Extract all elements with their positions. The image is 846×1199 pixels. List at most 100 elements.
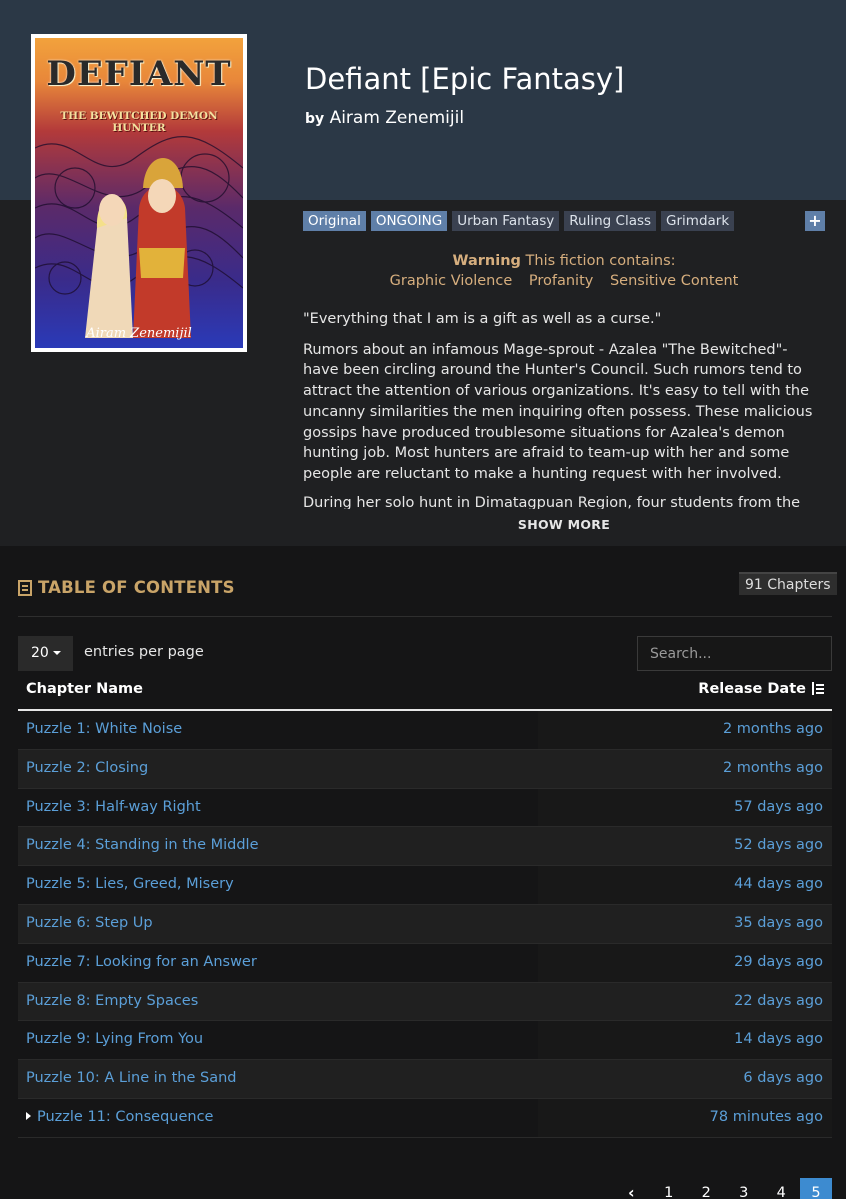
table-row[interactable]: Puzzle 6: Step Up 35 days ago [18, 904, 832, 944]
more-tags-button[interactable]: + [805, 211, 825, 231]
cell-name: Puzzle 5: Lies, Greed, Misery [18, 866, 538, 904]
tag-ruling-class[interactable]: Ruling Class [564, 211, 657, 231]
chapter-date[interactable]: 2 months ago [723, 760, 823, 776]
cell-date: 6 days ago [538, 1060, 832, 1098]
tag-urban-fantasy[interactable]: Urban Fantasy [452, 211, 560, 231]
table-row-current[interactable]: Puzzle 11: Consequence 78 minutes ago [18, 1098, 832, 1138]
chapter-link[interactable]: Puzzle 2: Closing [26, 760, 148, 776]
pagination: ‹ 1 2 3 4 5 [613, 1178, 832, 1199]
table-row[interactable]: Puzzle 7: Looking for an Answer 29 days a… [18, 943, 832, 983]
page-button-4[interactable]: 4 [763, 1178, 801, 1199]
warning-list: Graphic Violence Profanity Sensitive Con… [303, 273, 825, 289]
entries-label: entries per page [84, 644, 204, 660]
entries-value: 20 [31, 645, 49, 661]
chapter-date[interactable]: 44 days ago [734, 876, 823, 892]
chapter-link[interactable]: Puzzle 8: Empty Spaces [26, 993, 198, 1009]
cell-name: Puzzle 6: Step Up [18, 904, 538, 943]
table-row[interactable]: Puzzle 5: Lies, Greed, Misery 44 days ago [18, 866, 832, 905]
cell-date: 2 months ago [538, 711, 832, 749]
chapter-date[interactable]: 29 days ago [734, 954, 823, 970]
tag-status[interactable]: ONGOING [370, 211, 448, 231]
chapter-date[interactable]: 52 days ago [734, 837, 823, 853]
warning-item: Profanity [528, 273, 594, 289]
chapter-date[interactable]: 14 days ago [734, 1031, 823, 1047]
chapter-date[interactable]: 57 days ago [734, 799, 823, 815]
page-button-3[interactable]: 3 [725, 1178, 763, 1199]
prev-page-button[interactable]: ‹ [613, 1178, 651, 1199]
byline: by Airam Zenemijil [305, 108, 464, 128]
cell-date: 78 minutes ago [538, 1098, 832, 1137]
cover-author: Airam Zenemijil [86, 326, 192, 341]
cell-name: Puzzle 10: A Line in the Sand [18, 1060, 538, 1098]
toc-title: TABLE OF CONTENTS [18, 578, 235, 597]
page-button-1[interactable]: 1 [650, 1178, 688, 1199]
description: "Everything that I am is a gift as well … [303, 309, 827, 495]
chapter-link[interactable]: Puzzle 3: Half-way Right [26, 799, 201, 815]
chapter-date[interactable]: 6 days ago [743, 1070, 823, 1086]
chapter-link[interactable]: Puzzle 9: Lying From You [26, 1031, 203, 1047]
table-row[interactable]: Puzzle 8: Empty Spaces 22 days ago [18, 982, 832, 1022]
toc-title-text: TABLE OF CONTENTS [38, 578, 235, 597]
table-row[interactable]: Puzzle 9: Lying From You 14 days ago [18, 1021, 832, 1061]
chapter-link[interactable]: Puzzle 10: A Line in the Sand [26, 1070, 236, 1086]
col-header-release-date-label: Release Date [698, 681, 806, 697]
cell-date: 44 days ago [538, 866, 832, 904]
cover-image: DEFIANT THE BEWITCHED DEMON HUNTER Airam… [31, 34, 247, 352]
cell-name: Puzzle 2: Closing [18, 749, 538, 788]
chapter-link[interactable]: Puzzle 11: Consequence [26, 1109, 213, 1125]
chapter-date[interactable]: 35 days ago [734, 915, 823, 931]
cell-date: 14 days ago [538, 1021, 832, 1060]
tag-original[interactable]: Original [303, 211, 366, 231]
cell-name: Puzzle 1: White Noise [18, 711, 538, 749]
book-icon [18, 579, 32, 596]
chapter-table-body: Puzzle 1: White Noise 2 months ago Puzzle… [18, 711, 832, 1138]
chapter-link[interactable]: Puzzle 6: Step Up [26, 915, 153, 931]
col-header-release-date[interactable]: Release Date [698, 681, 824, 697]
cover-title: DEFIANT [46, 54, 232, 94]
cell-date: 52 days ago [538, 827, 832, 866]
sort-descending-icon [810, 682, 824, 696]
tag-list: Original ONGOING Urban Fantasy Ruling Cl… [303, 211, 735, 231]
warning-text: This fiction contains: [525, 253, 676, 269]
table-row[interactable]: Puzzle 2: Closing 2 months ago [18, 749, 832, 789]
chapter-date[interactable]: 2 months ago [723, 721, 823, 737]
table-row[interactable]: Puzzle 3: Half-way Right 57 days ago [18, 788, 832, 828]
chapter-link[interactable]: Puzzle 4: Standing in the Middle [26, 837, 259, 853]
page-button-5-active[interactable]: 5 [800, 1178, 832, 1199]
cell-name: Puzzle 4: Standing in the Middle [18, 827, 538, 866]
chapter-search-input[interactable] [637, 636, 832, 671]
table-row[interactable]: Puzzle 10: A Line in the Sand 6 days ago [18, 1060, 832, 1099]
col-header-chapter-name[interactable]: Chapter Name [26, 681, 143, 697]
show-more-button[interactable]: SHOW MORE [303, 517, 825, 532]
author-link[interactable]: Airam Zenemijil [330, 108, 465, 128]
cell-name: Puzzle 9: Lying From You [18, 1021, 538, 1059]
cell-name: Puzzle 3: Half-way Right [18, 789, 538, 827]
content-warning: Warning This fiction contains: [303, 253, 825, 269]
tag-grimdark[interactable]: Grimdark [661, 211, 735, 231]
cell-date: 22 days ago [538, 982, 832, 1021]
chapter-count-badge: 91 Chapters [739, 572, 837, 595]
warning-item: Graphic Violence [389, 273, 513, 289]
warning-item: Sensitive Content [609, 273, 739, 289]
cell-date: 57 days ago [538, 788, 832, 827]
cell-name: Puzzle 11: Consequence [18, 1099, 538, 1137]
description-paragraph: Rumors about an infamous Mage-sprout - A… [303, 341, 813, 482]
chapter-link[interactable]: Puzzle 7: Looking for an Answer [26, 954, 257, 970]
chapter-link[interactable]: Puzzle 5: Lies, Greed, Misery [26, 876, 234, 892]
description-paragraph: "Everything that I am is a gift as well … [303, 311, 662, 327]
chapter-date[interactable]: 22 days ago [734, 993, 823, 1009]
chapter-date[interactable]: 78 minutes ago [710, 1109, 823, 1125]
warning-label: Warning [452, 253, 521, 269]
caret-down-icon [52, 651, 61, 655]
chapter-link-label: Puzzle 11: Consequence [37, 1108, 214, 1125]
by-label: by [305, 111, 325, 127]
cell-date: 29 days ago [538, 943, 832, 982]
entries-per-page-select[interactable]: 20 [18, 636, 73, 671]
cell-date: 35 days ago [538, 904, 832, 943]
table-row[interactable]: Puzzle 4: Standing in the Middle 52 days … [18, 827, 832, 867]
cell-name: Puzzle 7: Looking for an Answer [18, 944, 538, 982]
page-button-2[interactable]: 2 [688, 1178, 726, 1199]
cover-subtitle: THE BEWITCHED DEMON HUNTER [60, 110, 218, 134]
table-row[interactable]: Puzzle 1: White Noise 2 months ago [18, 711, 832, 750]
chapter-link[interactable]: Puzzle 1: White Noise [26, 721, 182, 737]
